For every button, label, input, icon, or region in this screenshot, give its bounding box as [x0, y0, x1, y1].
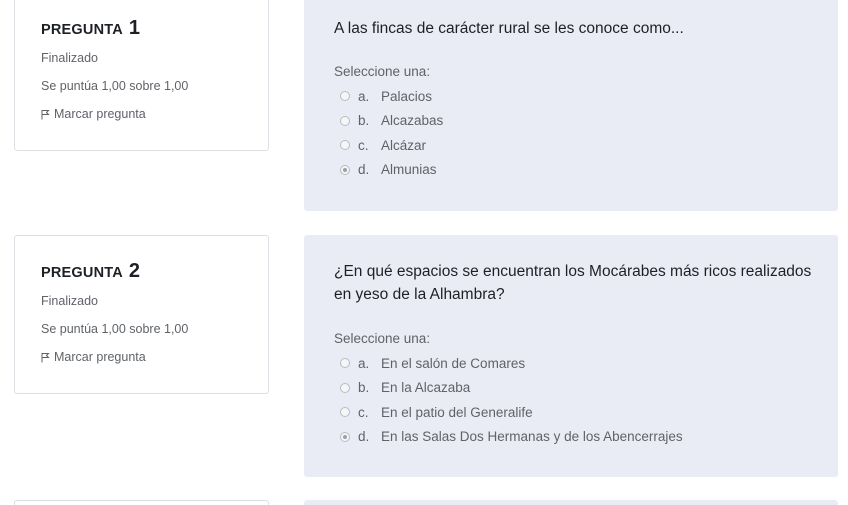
flag-question-link[interactable]: Marcar pregunta — [41, 107, 146, 121]
answer-letter: a. — [358, 88, 370, 104]
radio-button[interactable] — [340, 358, 350, 369]
flag-icon — [41, 352, 50, 363]
question-grade: Se puntúa 1,00 sobre 1,00 — [41, 322, 189, 336]
answer-text: En el patio del Generalife — [381, 404, 533, 420]
answer-text: En el salón de Comares — [381, 355, 526, 371]
answer-option-d[interactable]: d. Almunias — [340, 158, 443, 183]
answer-letter: b. — [358, 380, 370, 396]
answer-letter: a. — [358, 355, 370, 371]
flag-label: Marcar pregunta — [54, 107, 146, 121]
quiz-review-page: PREGUNTA 1 Finalizado Se puntúa 1,00 sob… — [0, 0, 848, 505]
flag-label: Marcar pregunta — [54, 350, 146, 364]
answer-letter: d. — [358, 162, 370, 178]
radio-button[interactable] — [340, 91, 350, 102]
answer-letter: c. — [358, 137, 369, 153]
question-word: PREGUNTA — [41, 22, 123, 38]
question-text: A las fincas de carácter rural se les co… — [334, 20, 684, 37]
question-state: Finalizado — [41, 294, 98, 308]
answer-list: a. Palacios b. Alcazabas c. Alcázar d. A… — [340, 84, 443, 182]
question-content: A las fincas de carácter rural se les co… — [304, 0, 838, 211]
answer-prompt: Seleccione una: — [334, 64, 431, 79]
answer-option-d[interactable]: d. En las Salas Dos Hermanas y de los Ab… — [340, 425, 683, 450]
answer-text: Alcázar — [381, 137, 427, 153]
answer-option-a[interactable]: a. En el salón de Comares — [340, 351, 683, 376]
question-title: PREGUNTA 1 — [41, 17, 140, 40]
question-word: PREGUNTA — [41, 265, 123, 281]
answer-prompt: Seleccione una: — [334, 331, 431, 346]
question-title: PREGUNTA 2 — [41, 260, 140, 283]
question-grade: Se puntúa 1,00 sobre 1,00 — [41, 79, 189, 93]
answer-text: Alcazabas — [381, 113, 444, 129]
radio-button-selected[interactable] — [340, 164, 350, 175]
question-content: ¿En qué espacios se encuentran los Mocár… — [304, 235, 838, 477]
question-info-card: PREGUNTA 1 Finalizado Se puntúa 1,00 sob… — [14, 0, 269, 151]
answer-option-c[interactable]: c. Alcázar — [340, 133, 443, 158]
answer-letter: b. — [358, 113, 370, 129]
answer-option-a[interactable]: a. Palacios — [340, 84, 443, 109]
answer-text: En la Alcazaba — [381, 380, 471, 396]
answer-text: Palacios — [381, 88, 433, 104]
radio-button[interactable] — [340, 382, 350, 393]
flag-icon — [41, 109, 50, 120]
radio-button[interactable] — [340, 407, 350, 418]
answer-letter: d. — [358, 429, 370, 445]
question-state: Finalizado — [41, 51, 98, 65]
answer-text: Almunias — [381, 162, 437, 178]
radio-button-selected[interactable] — [340, 431, 350, 442]
question-number: 2 — [128, 260, 141, 282]
radio-button[interactable] — [340, 115, 350, 126]
flag-question-link[interactable]: Marcar pregunta — [41, 350, 146, 364]
question-info-card: PREGUNTA 2 Finalizado Se puntúa 1,00 sob… — [14, 235, 269, 394]
answer-option-c[interactable]: c. En el patio del Generalife — [340, 400, 683, 425]
answer-list: a. En el salón de Comares b. En la Alcaz… — [340, 351, 683, 449]
answer-option-b[interactable]: b. Alcazabas — [340, 109, 443, 134]
next-question-info-card — [14, 500, 269, 505]
next-question-content — [304, 500, 838, 505]
question-text: ¿En qué espacios se encuentran los Mocár… — [334, 263, 812, 303]
radio-button[interactable] — [340, 140, 350, 151]
question-number: 1 — [128, 17, 141, 39]
answer-option-b[interactable]: b. En la Alcazaba — [340, 376, 683, 401]
answer-letter: c. — [358, 404, 369, 420]
answer-text: En las Salas Dos Hermanas y de los Abenc… — [381, 429, 683, 445]
